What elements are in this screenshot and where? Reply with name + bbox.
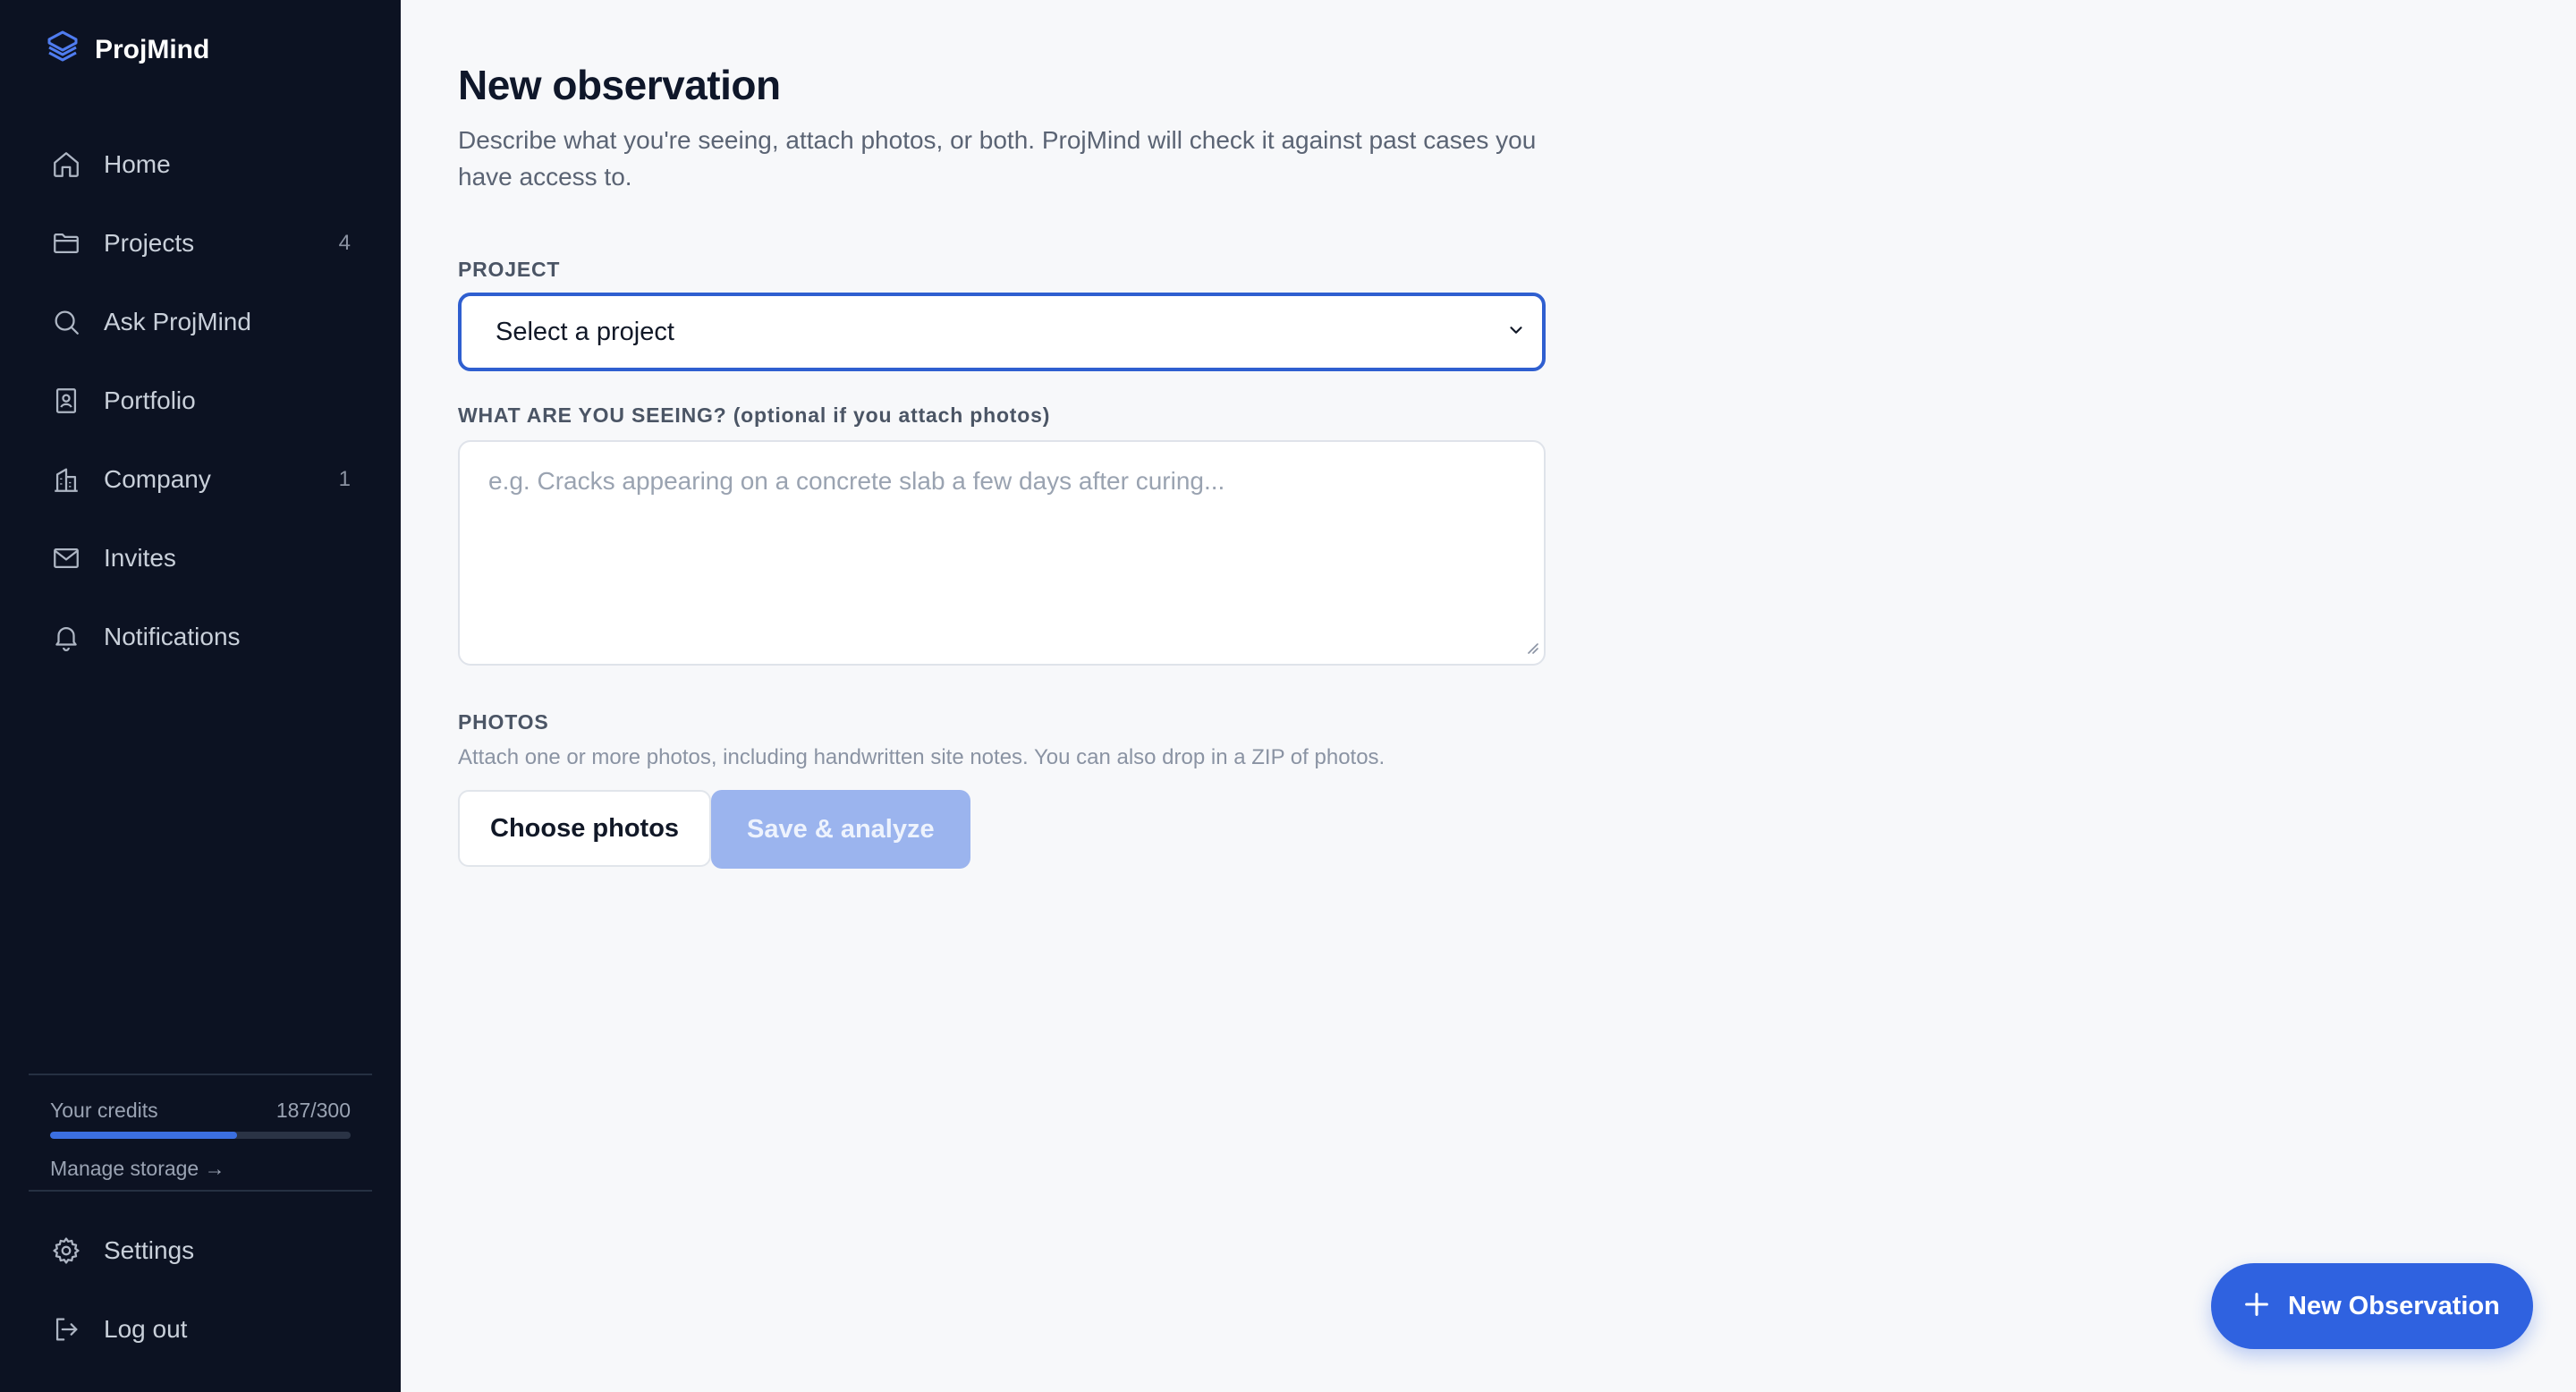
sidebar-item-label: Notifications (104, 623, 241, 650)
save-analyze-button[interactable]: Save & analyze (711, 790, 970, 869)
gear-icon (50, 1235, 82, 1267)
page-title: New observation (458, 62, 781, 108)
sidebar-item-label: Company (104, 465, 211, 493)
folder-icon (50, 227, 82, 259)
credits-progress-fill (50, 1132, 238, 1139)
chevron-down-icon (1506, 320, 1526, 344)
manage-storage-link[interactable]: Manage storage → (50, 1157, 351, 1181)
plus-icon (2241, 1289, 2272, 1324)
search-icon (50, 306, 82, 338)
project-label: PROJECT (458, 258, 561, 281)
bell-icon (50, 621, 82, 653)
observation-form: New observation Describe what you're see… (458, 61, 1546, 869)
sidebar-item-company[interactable]: Company 1 (0, 440, 401, 519)
portfolio-icon (50, 385, 82, 417)
sidebar-item-label: Home (104, 150, 171, 178)
sidebar-item-label: Settings (104, 1236, 195, 1264)
sidebar-item-invites[interactable]: Invites (0, 519, 401, 598)
sidebar-item-projects[interactable]: Projects 4 (0, 204, 401, 283)
sidebar-item-notifications[interactable]: Notifications (0, 598, 401, 676)
sidebar: ProjMind Home Projects 4 Ask ProjMind Po… (0, 0, 401, 1392)
choose-photos-button[interactable]: Choose photos (458, 790, 712, 867)
new-observation-button[interactable]: New Observation (2211, 1263, 2533, 1349)
main-content: New observation Describe what you're see… (401, 0, 2576, 1392)
sidebar-item-logout[interactable]: Log out (29, 1290, 372, 1369)
sidebar-item-count: 4 (338, 231, 351, 255)
sidebar-item-home[interactable]: Home (0, 125, 401, 204)
sidebar-item-count: 1 (338, 467, 351, 491)
observation-textarea[interactable]: e.g. Cracks appearing on a concrete slab… (458, 440, 1546, 666)
logout-icon (50, 1313, 82, 1345)
credits-row: Your credits 187/300 (50, 1099, 351, 1123)
sidebar-nav: Home Projects 4 Ask ProjMind Portfolio C… (0, 125, 401, 676)
credits-panel: Your credits 187/300 Manage storage → (29, 1074, 372, 1181)
sidebar-item-label: Log out (104, 1315, 188, 1343)
sidebar-bottom-nav: Settings Log out (29, 1190, 372, 1369)
logo-icon (47, 30, 79, 71)
new-observation-label: New Observation (2288, 1291, 2500, 1320)
photos-label: PHOTOS (458, 710, 549, 734)
home-icon (50, 149, 82, 181)
photos-actions: Choose photos Save & analyze (458, 790, 1546, 869)
brand-name: ProjMind (95, 35, 210, 64)
project-select[interactable]: Select a project (458, 293, 1546, 371)
sidebar-item-label: Projects (104, 229, 195, 257)
sidebar-item-label: Ask ProjMind (104, 308, 251, 335)
building-icon (50, 463, 82, 496)
credits-label: Your credits (50, 1099, 158, 1122)
sidebar-item-label: Invites (104, 544, 176, 572)
mail-icon (50, 542, 82, 574)
resize-handle-icon[interactable] (1524, 640, 1538, 658)
credits-progress-bar (50, 1132, 351, 1139)
brand[interactable]: ProjMind (47, 30, 210, 71)
seeing-label: WHAT ARE YOU SEEING? (optional if you at… (458, 403, 1051, 427)
project-select-value: Select a project (496, 317, 674, 346)
sidebar-item-label: Portfolio (104, 386, 196, 414)
sidebar-item-ask[interactable]: Ask ProjMind (0, 283, 401, 361)
sidebar-item-portfolio[interactable]: Portfolio (0, 361, 401, 440)
observation-placeholder: e.g. Cracks appearing on a concrete slab… (488, 467, 1225, 495)
page-subtitle: Describe what you're seeing, attach phot… (458, 126, 1537, 191)
sidebar-item-settings[interactable]: Settings (29, 1211, 372, 1290)
photos-hint: Attach one or more photos, including han… (458, 745, 1385, 769)
credits-value: 187/300 (275, 1099, 351, 1122)
